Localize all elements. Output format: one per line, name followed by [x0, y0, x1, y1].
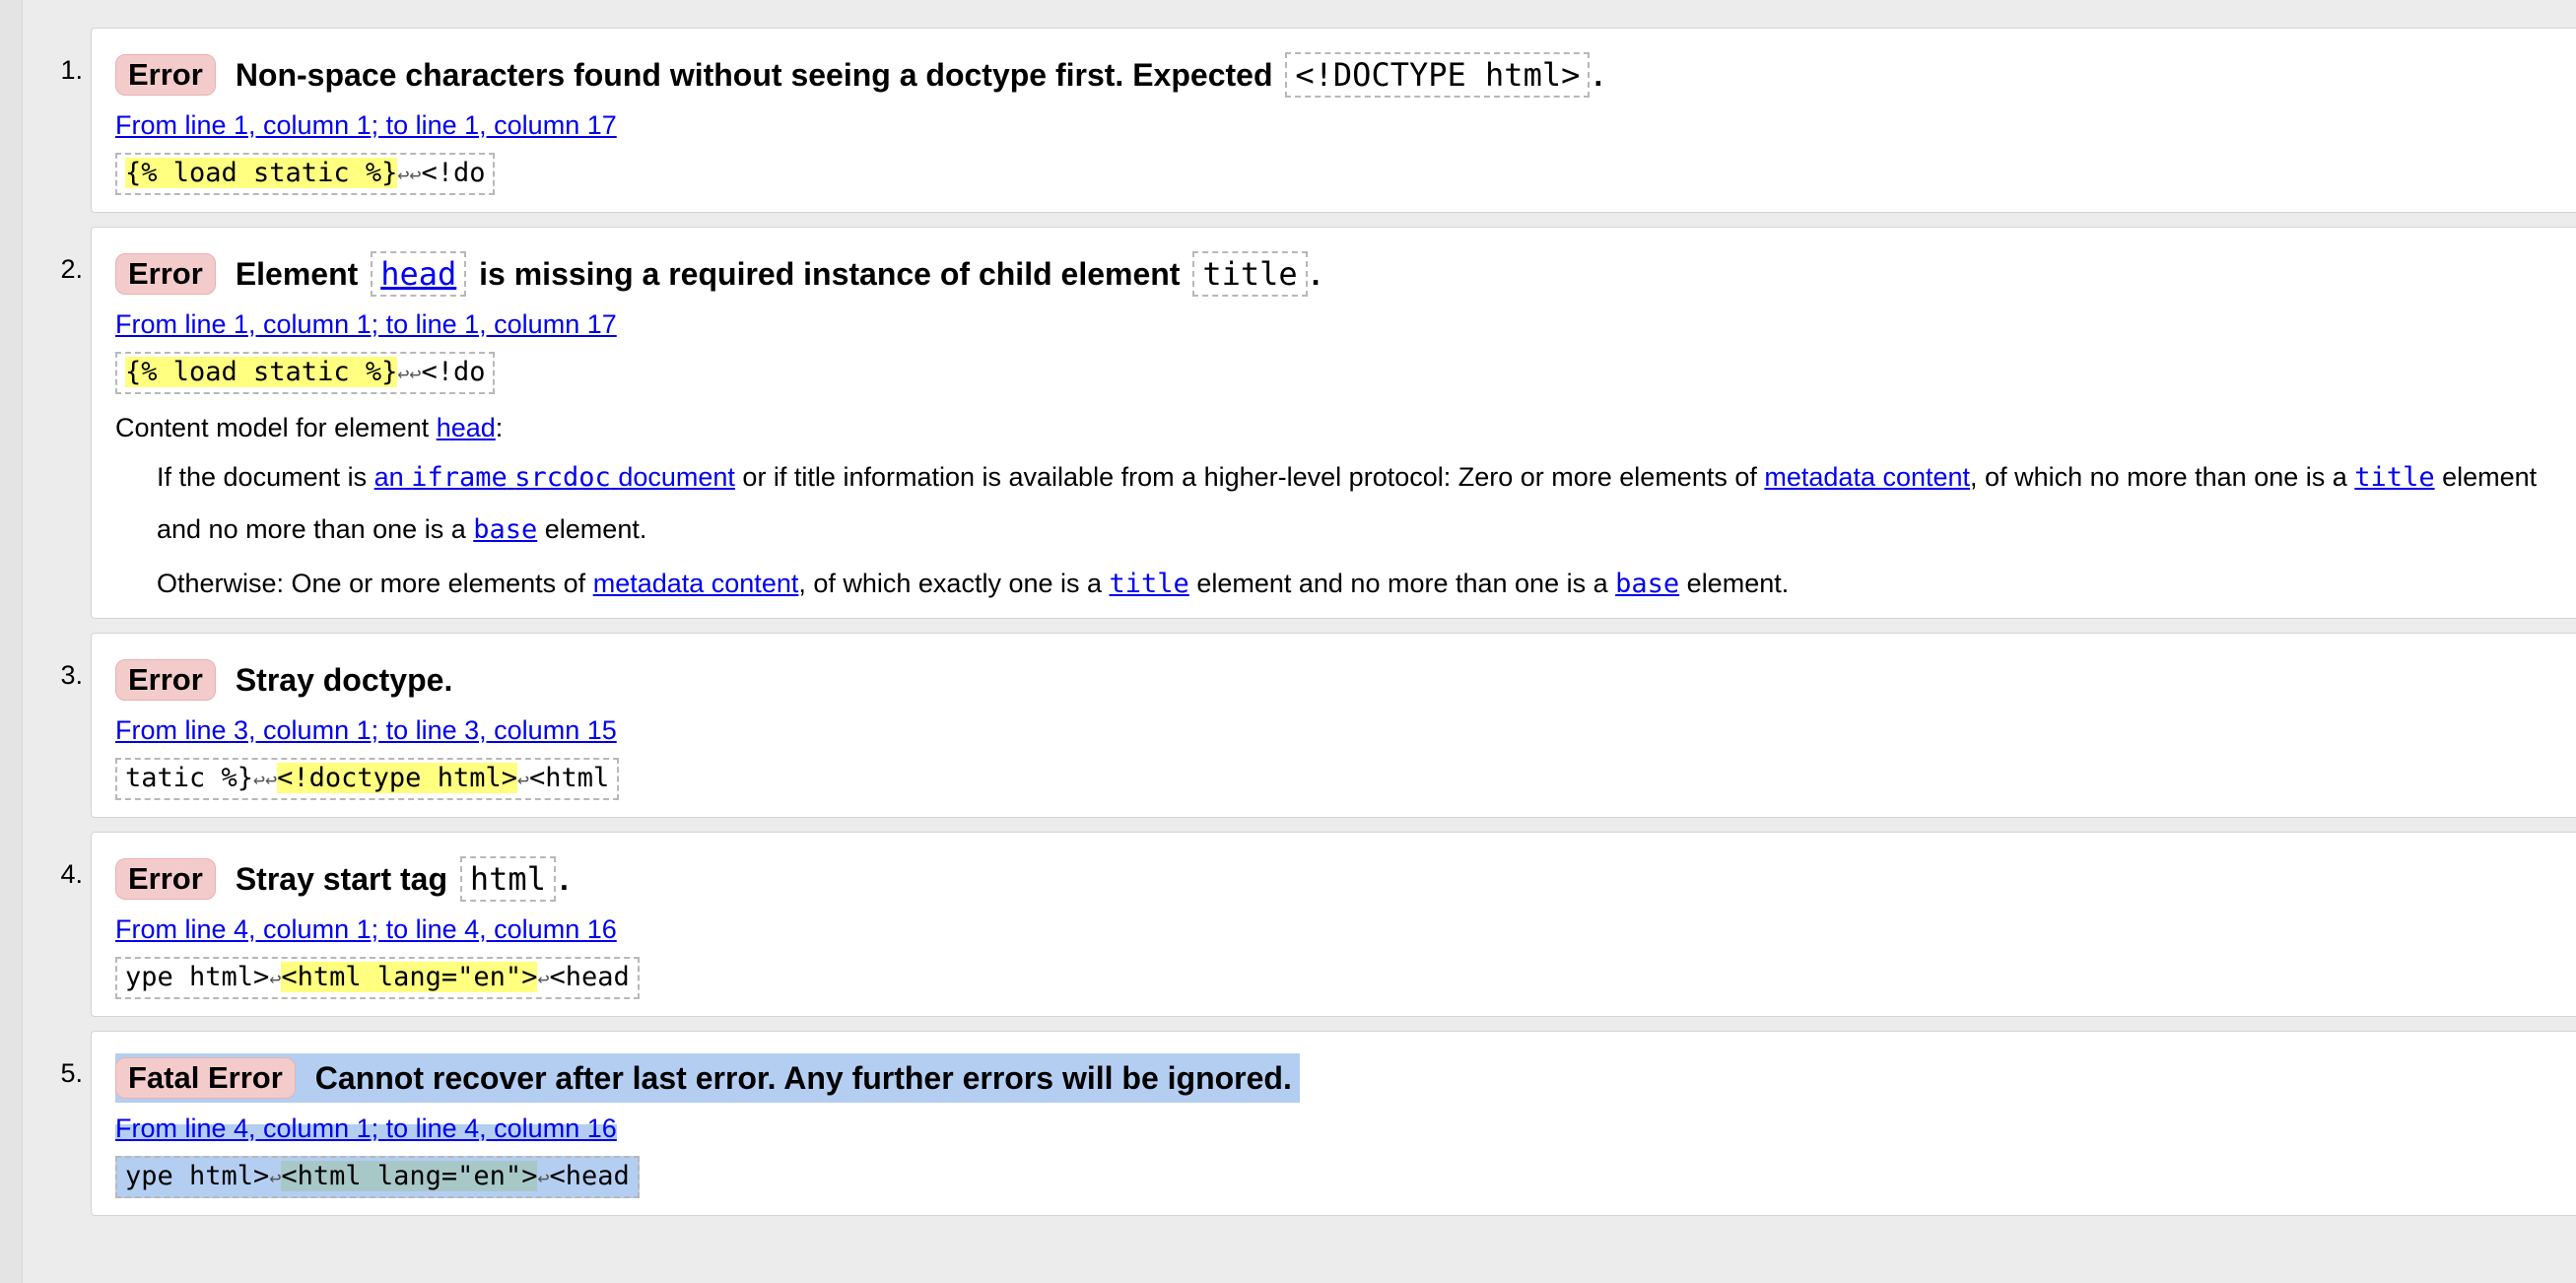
message-text: Non-space characters found without seein… — [235, 57, 1273, 93]
extract-context: ype html> — [125, 962, 270, 992]
extract-highlight: {% load static %} — [125, 357, 398, 387]
error-badge: Error — [115, 659, 216, 701]
location-link[interactable]: From line 4, column 1; to line 4, column… — [115, 910, 617, 949]
error-badge: Error — [115, 54, 216, 96]
message-heading: Error Stray doctype. — [115, 655, 2576, 705]
error-badge: Error — [115, 253, 216, 295]
message-text: Element — [235, 256, 359, 292]
extract-context: tatic %} — [125, 763, 254, 793]
newline-icon: ↩ — [409, 362, 422, 385]
extract-context: <head — [549, 962, 630, 992]
extract-context: <!do — [421, 357, 486, 387]
code-snippet: <!DOCTYPE html> — [1285, 52, 1591, 98]
source-extract: tatic %}↩↩<!doctype html>↩<html — [115, 758, 620, 800]
content-model-paragraph: If the document is an iframe srcdoc docu… — [157, 462, 2538, 545]
base-element-link[interactable]: base — [473, 514, 537, 545]
message-number: 4. — [60, 859, 83, 889]
location-link[interactable]: From line 1, column 1; to line 1, column… — [115, 304, 617, 344]
message-heading: Error Element head is missing a required… — [115, 249, 2576, 299]
message-card: Error Stray doctype. From line 3, column… — [91, 633, 2576, 818]
message-number: 5. — [60, 1058, 83, 1088]
extract-context: ype html> — [125, 1161, 270, 1191]
message-heading: Fatal Error Cannot recover after last er… — [115, 1053, 2576, 1103]
location-link[interactable]: From line 4, column 1; to line 4, column… — [115, 1109, 617, 1148]
message-item-2: 2. Error Element head is missing a requi… — [0, 227, 2576, 619]
fatal-error-badge: Fatal Error — [115, 1057, 296, 1099]
source-extract: {% load static %}↩↩<!do — [115, 352, 496, 394]
message-text: Stray doctype. — [235, 662, 453, 698]
location-link[interactable]: From line 3, column 1; to line 3, column… — [115, 710, 617, 750]
source-extract: ype html>↩<html lang="en">↩<head — [115, 957, 640, 999]
title-element-link[interactable]: title — [2354, 462, 2434, 493]
extract-context: <html — [529, 763, 610, 793]
newline-icon: ↩ — [269, 967, 282, 990]
iframe-srcdoc-link[interactable]: an iframe srcdoc document — [374, 462, 735, 493]
message-heading: Error Stray start tag html. — [115, 854, 2576, 904]
code-snippet: html — [459, 856, 556, 902]
message-card: Error Stray start tag html. From line 4,… — [91, 832, 2576, 1017]
message-item-3: 3. Error Stray doctype. From line 3, col… — [0, 633, 2576, 818]
message-item-4: 4. Error Stray start tag html. From line… — [0, 832, 2576, 1017]
message-item-1: 1. Error Non-space characters found with… — [0, 28, 2576, 213]
extract-highlight: {% load static %} — [125, 158, 398, 188]
message-list: 1. Error Non-space characters found with… — [0, 28, 2576, 1230]
message-card: Fatal Error Cannot recover after last er… — [91, 1031, 2576, 1216]
newline-icon: ↩ — [516, 768, 530, 791]
extract-highlight: <!doctype html> — [277, 763, 517, 793]
validator-page: 1. Error Non-space characters found with… — [0, 0, 2576, 1283]
message-number: 1. — [60, 55, 83, 85]
message-card: Error Element head is missing a required… — [91, 227, 2576, 619]
location-link[interactable]: From line 1, column 1; to line 1, column… — [115, 105, 617, 145]
metadata-content-link[interactable]: metadata content — [593, 569, 799, 598]
message-card: Error Non-space characters found without… — [91, 28, 2576, 213]
message-item-5: 5. Fatal Error Cannot recover after last… — [0, 1031, 2576, 1216]
head-spec-link[interactable]: head — [437, 413, 496, 442]
extract-context: <head — [549, 1161, 630, 1191]
message-heading: Error Non-space characters found without… — [115, 50, 2576, 100]
content-model-paragraph: Otherwise: One or more elements of metad… — [157, 569, 1790, 599]
extract-context: <!do — [421, 158, 486, 188]
newline-icon: ↩ — [397, 163, 410, 186]
message-text: Cannot recover after last error. Any fur… — [314, 1060, 1292, 1096]
head-element-link[interactable]: head — [371, 251, 467, 297]
message-number: 2. — [60, 254, 83, 284]
base-element-link[interactable]: base — [1615, 569, 1679, 599]
newline-icon: ↩ — [265, 768, 278, 791]
newline-icon: ↩ — [397, 362, 410, 385]
newline-icon: ↩ — [537, 967, 550, 990]
metadata-content-link[interactable]: metadata content — [1764, 462, 1970, 492]
extract-highlight: <html lang="en"> — [281, 1161, 538, 1191]
extract-highlight: <html lang="en"> — [281, 962, 538, 992]
content-model-title: Content model for element head: — [115, 413, 504, 442]
source-extract: {% load static %}↩↩<!do — [115, 153, 496, 195]
newline-icon: ↩ — [269, 1166, 282, 1189]
message-number: 3. — [60, 660, 83, 690]
title-element-link[interactable]: title — [1110, 569, 1189, 599]
message-text: Stray start tag — [235, 861, 447, 897]
error-badge: Error — [115, 858, 216, 900]
source-extract: ype html>↩<html lang="en">↩<head — [115, 1156, 640, 1198]
code-snippet: title — [1192, 251, 1308, 297]
newline-icon: ↩ — [537, 1166, 550, 1189]
newline-icon: ↩ — [253, 768, 266, 791]
newline-icon: ↩ — [409, 163, 422, 186]
